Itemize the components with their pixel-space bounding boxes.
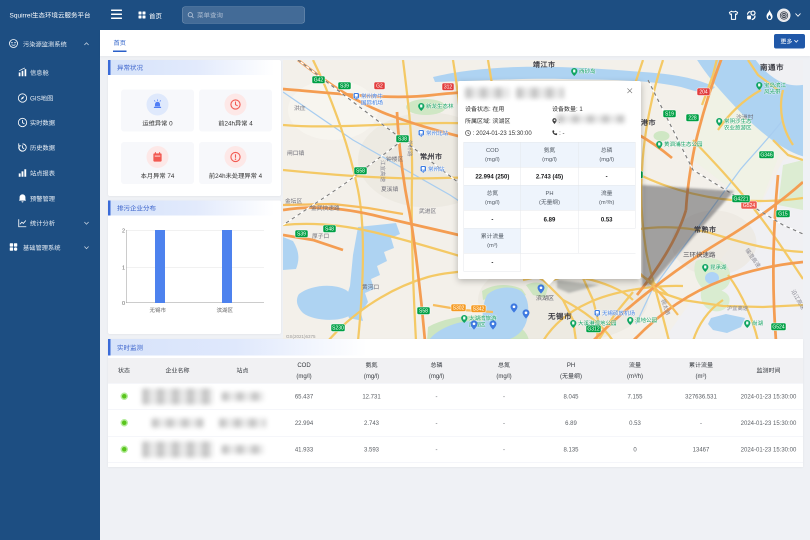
svg-text:黄河口: 黄河口 — [362, 282, 379, 291]
svg-text:南通市: 南通市 — [760, 62, 784, 73]
svg-text:沪宜高速: 沪宜高速 — [727, 304, 749, 312]
svg-text:G15: G15 — [778, 211, 788, 218]
svg-text:常熟市: 常熟市 — [694, 225, 717, 235]
svg-text:312: 312 — [444, 84, 453, 91]
svg-text:金武快速路: 金武快速路 — [311, 203, 340, 212]
svg-text:G346: G346 — [760, 152, 772, 159]
svg-text:S39: S39 — [340, 83, 349, 90]
svg-text:G524: G524 — [772, 324, 784, 331]
svg-text:常州市: 常州市 — [420, 152, 443, 162]
svg-text:厚子口: 厚子口 — [312, 231, 329, 240]
svg-text:港市: 港市 — [641, 118, 656, 128]
svg-text:G524: G524 — [743, 202, 755, 209]
svg-text:江宜高速: 江宜高速 — [379, 160, 387, 183]
svg-text:三环快速路: 三环快速路 — [683, 249, 716, 259]
svg-text:无锡市: 无锡市 — [547, 311, 572, 322]
svg-text:S302: S302 — [453, 305, 465, 312]
svg-text:S58: S58 — [419, 308, 428, 315]
svg-text:S230: S230 — [332, 325, 344, 332]
svg-text:G4221: G4221 — [733, 196, 748, 203]
svg-text:S342: S342 — [473, 306, 485, 313]
svg-text:204: 204 — [699, 89, 708, 96]
svg-text:S38: S38 — [398, 136, 407, 143]
svg-text:靖江市: 靖江市 — [533, 60, 556, 70]
svg-text:钟楼区: 钟楼区 — [386, 154, 403, 163]
svg-text:夏溪镇: 夏溪镇 — [381, 184, 398, 193]
svg-text:武进区: 武进区 — [419, 206, 436, 215]
svg-text:闸口镇: 闸口镇 — [287, 148, 304, 157]
svg-text:S39: S39 — [297, 231, 306, 238]
svg-text:洪庄: 洪庄 — [294, 103, 306, 112]
svg-text:228: 228 — [688, 115, 697, 122]
svg-text:S19: S19 — [665, 111, 674, 118]
svg-text:G42: G42 — [314, 77, 324, 84]
svg-text:金坛区: 金坛区 — [285, 196, 302, 205]
svg-text:滨湖区: 滨湖区 — [536, 293, 554, 302]
svg-text:外环路: 外环路 — [406, 140, 414, 157]
svg-text:S58: S58 — [356, 168, 365, 175]
svg-text:G2: G2 — [376, 83, 383, 90]
